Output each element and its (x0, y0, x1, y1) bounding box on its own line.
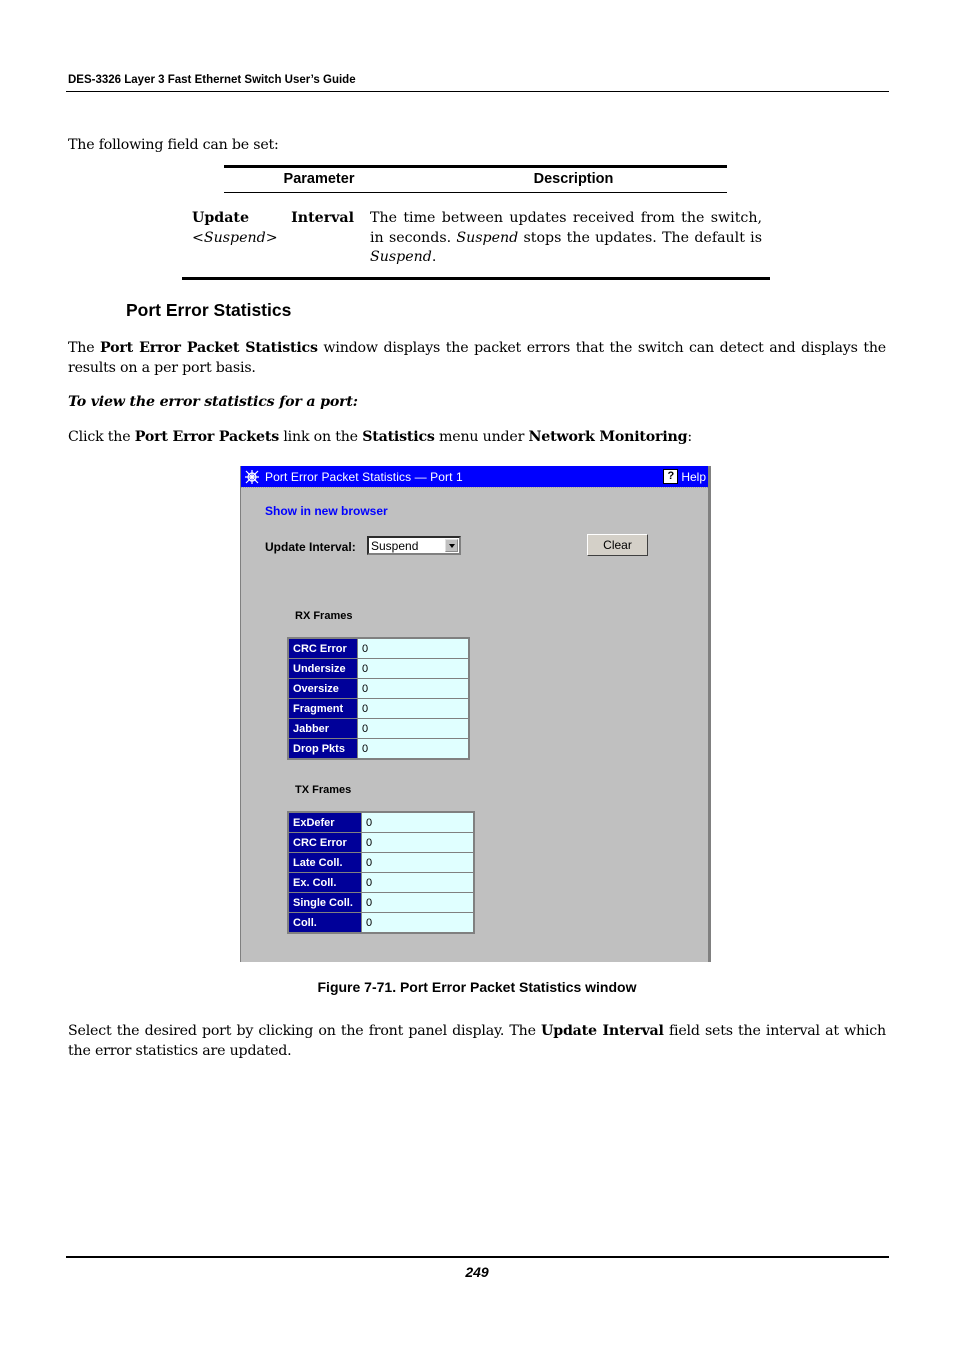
window-title: Port Error Packet Statistics — Port 1 (265, 469, 463, 484)
text: The (68, 340, 101, 356)
stat-value: 0 (362, 913, 473, 932)
paragraph-instructions: Click the Port Error Packets link on the… (68, 428, 692, 448)
table-row: Jabber 0 (289, 719, 468, 738)
update-interval-select[interactable]: Suspend (367, 536, 461, 555)
update-interval-value: Suspend (371, 538, 419, 553)
stat-value: 0 (362, 813, 473, 832)
desc-italic: Suspend (370, 249, 432, 265)
paragraph-update-interval: Select the desired port by clicking on t… (68, 1022, 886, 1061)
stat-value: 0 (362, 853, 473, 872)
param-default-close: > (265, 229, 278, 246)
table-row: Drop Pkts 0 (289, 739, 468, 758)
text: menu under (434, 429, 529, 445)
table-row: Fragment 0 (289, 699, 468, 718)
bold-text: Statistics (362, 429, 435, 445)
section-heading: Port Error Statistics (126, 300, 292, 320)
table-row: CRC Error 0 (289, 833, 473, 852)
param-name-word2: Interval (291, 210, 354, 226)
update-interval-label: Update Interval: (265, 540, 356, 554)
tx-frames-label: TX Frames (295, 784, 352, 796)
stat-value: 0 (362, 873, 473, 892)
stat-name: ExDefer (289, 813, 361, 832)
stat-name: Ex. Coll. (289, 873, 361, 892)
titlebar-divider (241, 487, 708, 488)
param-description-cell: The time between updates received from t… (370, 209, 762, 268)
stat-value: 0 (358, 639, 468, 658)
text: Select the desired port by clicking on t… (68, 1023, 542, 1039)
table-row: Undersize 0 (289, 659, 468, 678)
app-logo-icon (244, 468, 260, 485)
desc-text: stops the updates. The default is (518, 229, 763, 246)
bold-text: Port Error Packets (134, 429, 280, 445)
stat-name: CRC Error (289, 639, 357, 658)
param-table-header-description: Description (533, 171, 614, 187)
tx-frames-table: ExDefer 0 CRC Error 0 Late Coll. 0 Ex. Coll… (287, 811, 475, 934)
param-table-header-parameter: Parameter (283, 171, 355, 187)
stat-value: 0 (362, 833, 473, 852)
page-number: 249 (465, 1264, 489, 1280)
table-row: CRC Error 0 (289, 639, 468, 658)
stat-name: Drop Pkts (289, 739, 357, 758)
bold-text: Port Error Packet Statistics (100, 340, 318, 356)
table-row: Ex. Coll. 0 (289, 873, 473, 892)
table-row: Single Coll. 0 (289, 893, 473, 912)
text: link on the (279, 429, 363, 445)
port-error-stats-window: Port Error Packet Statistics — Port 1 ? … (240, 466, 711, 962)
intro-text: The following field can be set: (68, 137, 279, 153)
stat-name: Jabber (289, 719, 357, 738)
show-in-new-browser-link[interactable]: Show in new browser (265, 504, 388, 518)
stat-value: 0 (358, 679, 468, 698)
stat-name: CRC Error (289, 833, 361, 852)
stat-value: 0 (362, 893, 473, 912)
param-table-bottom-rule (182, 277, 770, 280)
clear-button[interactable]: Clear (587, 534, 648, 556)
table-row: Coll. 0 (289, 913, 473, 932)
param-table-header-rule (224, 192, 727, 193)
paragraph-description: The Port Error Packet Statistics window … (68, 339, 886, 378)
stat-value: 0 (358, 719, 468, 738)
param-default-open: < (192, 229, 204, 246)
table-row: Oversize 0 (289, 679, 468, 698)
stat-name: Undersize (289, 659, 357, 678)
stat-value: 0 (358, 659, 468, 678)
stat-name: Late Coll. (289, 853, 361, 872)
stat-name: Fragment (289, 699, 357, 718)
text: Click the (68, 429, 135, 445)
desc-italic: Suspend (456, 229, 519, 246)
param-name-word1: Update (192, 210, 249, 226)
stat-name: Oversize (289, 679, 357, 698)
help-label: Help (681, 469, 706, 484)
help-link[interactable]: ? Help (663, 469, 706, 484)
param-table-top-rule (224, 165, 727, 168)
table-row: ExDefer 0 (289, 813, 473, 832)
param-name-cell: Update Interval <Suspend> (192, 209, 354, 248)
stat-value: 0 (358, 739, 468, 758)
bold-text: Network Monitoring (528, 429, 688, 445)
procedure-heading: To view the error statistics for a port: (68, 394, 358, 410)
text: : (687, 429, 692, 445)
header-rule (66, 91, 889, 92)
rx-frames-label: RX Frames (295, 610, 353, 622)
figure-caption: Figure 7-71. Port Error Packet Statistic… (317, 979, 637, 995)
param-default-value: Suspend (203, 229, 266, 246)
stat-name: Coll. (289, 913, 361, 932)
desc-text: . (431, 249, 437, 265)
rx-frames-table: CRC Error 0 Undersize 0 Oversize 0 Fragment… (287, 637, 470, 760)
stat-value: 0 (358, 699, 468, 718)
table-row: Late Coll. 0 (289, 853, 473, 872)
running-header: DES-3326 Layer 3 Fast Ethernet Switch Us… (68, 74, 356, 86)
chevron-down-icon[interactable] (445, 539, 458, 552)
help-icon: ? (663, 469, 679, 484)
footer-rule (66, 1256, 889, 1258)
bold-text: Update Interval (541, 1023, 664, 1039)
stat-name: Single Coll. (289, 893, 361, 912)
window-titlebar: Port Error Packet Statistics — Port 1 ? … (241, 466, 708, 487)
